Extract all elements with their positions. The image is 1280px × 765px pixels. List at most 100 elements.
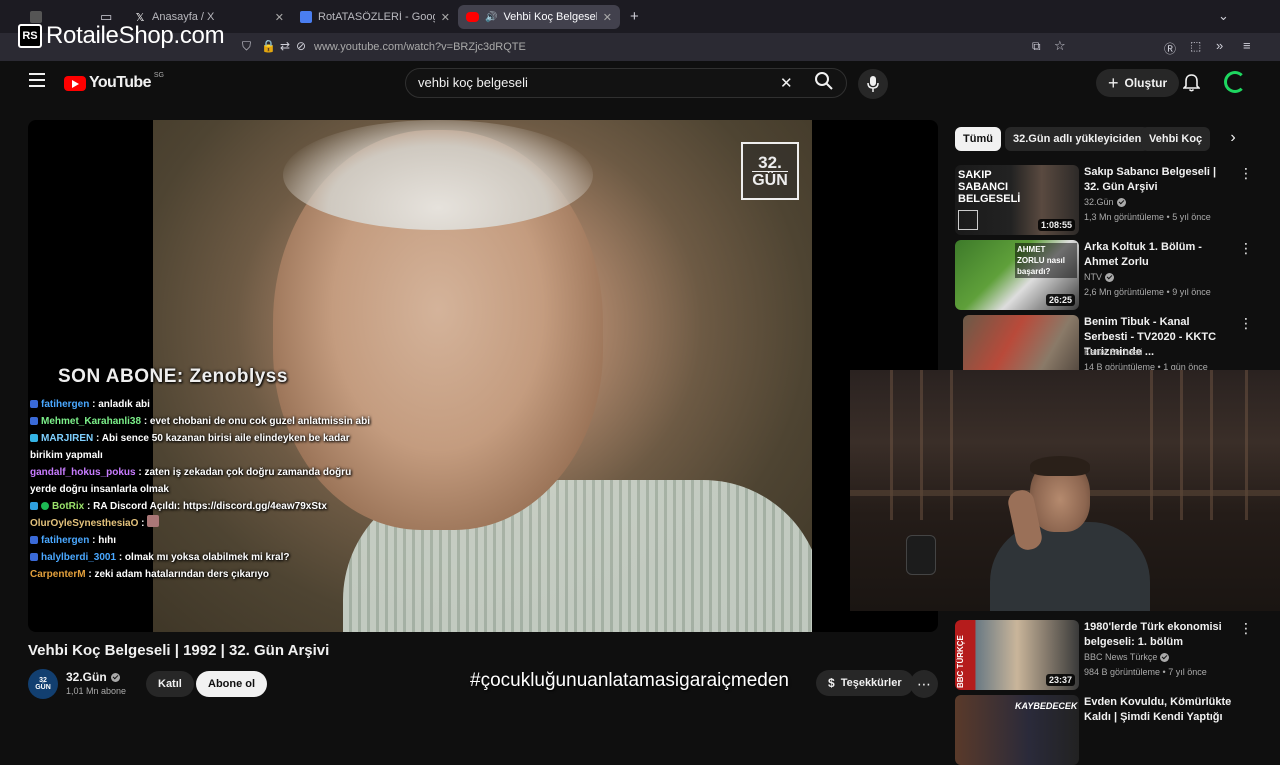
plus-icon: + xyxy=(1108,72,1119,93)
rotaileshop-watermark: RS RotaileShop.com xyxy=(18,22,225,50)
chat-message: Mehmet_Karahanli38 : evet chobani de onu… xyxy=(30,413,370,430)
video-thumbnail[interactable]: SAKIP SABANCI BELGESELİ 1:08:55 xyxy=(955,165,1079,235)
thanks-button[interactable]: $ Teşekkürler xyxy=(816,670,914,696)
close-tab-icon[interactable]: ✕ xyxy=(603,11,612,24)
verified-icon xyxy=(110,672,120,682)
video-title: Vehbi Koç Belgeseli | 1992 | 32. Gün Arş… xyxy=(28,642,330,659)
picture-in-picture-icon[interactable]: ⧉ xyxy=(1032,39,1041,54)
account-avatar[interactable] xyxy=(1224,71,1246,93)
recommended-video[interactable]: KAYBEDECEK Evden Kovuldu, Kömürlükte Kal… xyxy=(955,695,1255,765)
browser-tab-docs[interactable]: RotATASÖZLERİ - Google Dokü ✕ xyxy=(292,5,458,29)
bookmark-star-icon[interactable]: ☆ xyxy=(1054,38,1066,54)
verified-icon xyxy=(1105,272,1114,282)
voice-search-button[interactable] xyxy=(858,69,888,99)
subscriber-count: 1,01 Mn abone xyxy=(66,686,127,696)
browser-tab-youtube[interactable]: 🔊 Vehbi Koç Belgeseli | 1992 | ✕ xyxy=(458,5,620,29)
speaker-icon[interactable]: 🔊 xyxy=(485,12,497,23)
watermark-text: RotaileShop.com xyxy=(46,22,225,49)
last-subscriber-overlay: SON ABONE: Zenoblyss xyxy=(58,366,288,387)
recommended-video[interactable]: BBC TÜRKÇE 23:37 1980'lerde Türk ekonomi… xyxy=(955,620,1255,690)
chip-all[interactable]: Tümü xyxy=(955,127,1001,151)
recommended-video[interactable]: SAKIP SABANCI BELGESELİ 1:08:55 Sakıp Sa… xyxy=(955,165,1255,235)
verified-icon xyxy=(1116,197,1126,207)
chat-message: MARJIREN : Abi sence 50 kazanan birisi a… xyxy=(30,433,350,461)
tab-list-icon[interactable]: ⌄ xyxy=(1218,8,1229,24)
menu-icon[interactable]: ≡ xyxy=(1243,38,1251,53)
video-duration: 23:37 xyxy=(1045,674,1075,686)
chip-vehbi-koc[interactable]: Vehbi Koç xyxy=(1141,127,1211,151)
close-tab-icon[interactable]: ✕ xyxy=(275,11,284,24)
recommended-video[interactable]: AHMET ZORLU nasıl başardı? 26:25 Arka Ko… xyxy=(955,240,1255,310)
user-badge-icon xyxy=(30,536,38,544)
video-title[interactable]: Evden Kovuldu, Kömürlükte Kaldı | Şimdi … xyxy=(1084,695,1234,725)
chevron-right-icon[interactable]: › xyxy=(1222,129,1244,151)
verified-badge-icon xyxy=(41,502,49,510)
create-button[interactable]: + Oluştur xyxy=(1096,69,1180,97)
channel-name[interactable]: 32.Gün xyxy=(1084,197,1126,207)
video-title[interactable]: Arka Koltuk 1. Bölüm - Ahmet Zorlu xyxy=(1084,240,1234,270)
user-badge-icon xyxy=(30,434,38,442)
clear-search-icon[interactable]: ✕ xyxy=(780,74,793,92)
address-bar[interactable]: ⛉ 🔒 ⇄ ⊘ www.youtube.com/watch?v=BRZjc3dR… xyxy=(236,36,1076,58)
youtube-logo[interactable]: YouTube SG xyxy=(64,72,164,92)
video-hair-shape xyxy=(283,120,593,230)
youtube-play-icon xyxy=(64,75,86,91)
video-thumbnail[interactable]: AHMET ZORLU nasıl başardı? 26:25 xyxy=(955,240,1079,310)
streamer-figure xyxy=(990,456,1150,611)
extensions-icon[interactable]: ⬚ xyxy=(1190,39,1201,53)
hamburger-menu-icon[interactable] xyxy=(29,73,45,87)
super-thanks-icon: $ xyxy=(828,676,835,690)
video-title[interactable]: 1980'lerde Türk ekonomisi belgeseli: 1. … xyxy=(1084,620,1234,650)
verified-icon xyxy=(1160,652,1170,662)
youtube-icon xyxy=(466,12,479,22)
search-icon[interactable] xyxy=(814,71,834,91)
more-actions-icon[interactable]: ⋯ xyxy=(910,670,938,698)
youtube-header: YouTube SG ✕ + Oluştur xyxy=(0,61,1280,107)
mug-shape xyxy=(906,535,936,575)
video-meta: 984 B görüntüleme • 7 yıl önce xyxy=(1084,667,1207,677)
chat-message: OlurOyleSynesthesiaO : xyxy=(30,515,370,532)
video-player[interactable]: 32. GÜN SON ABONE: Zenoblyss fatihergen … xyxy=(28,120,938,632)
channel-name[interactable]: NTV xyxy=(1084,272,1114,282)
lock-icon[interactable]: 🔒 xyxy=(261,39,276,53)
user-badge-icon xyxy=(30,553,38,561)
watermark-badge: RS xyxy=(18,24,42,48)
emote-icon xyxy=(147,515,160,527)
extension-r-icon[interactable]: Ⓡ xyxy=(1164,40,1176,57)
chat-message: CarpenterM : zeki adam hatalarından ders… xyxy=(30,569,269,580)
channel-avatar[interactable]: 32 GÜN xyxy=(28,669,58,699)
channel-name[interactable]: 32.Gün xyxy=(66,670,120,684)
channel-logo-icon xyxy=(958,210,978,230)
webcam-overlay xyxy=(850,370,1280,611)
channel-name[interactable]: BBC News Türkçe xyxy=(1084,652,1170,662)
video-meta: 2,6 Mn görüntüleme • 9 yıl önce xyxy=(1084,287,1211,297)
video-title[interactable]: Sakıp Sabancı Belgeseli | 32. Gün Arşivi xyxy=(1084,165,1234,195)
more-options-icon[interactable]: ⋮ xyxy=(1239,315,1253,332)
join-button[interactable]: Katıl xyxy=(146,671,194,697)
google-docs-icon xyxy=(300,11,312,23)
chat-message: gandalf_hokus_pokus : zaten iş zekadan ç… xyxy=(30,467,352,495)
user-badge-icon xyxy=(30,417,38,425)
shield-icon[interactable]: ⛉ xyxy=(242,39,251,54)
user-badge-icon xyxy=(30,400,38,408)
overflow-chevron-icon[interactable]: » xyxy=(1216,38,1223,53)
channel-name[interactable]: Kanal Serbesti xyxy=(1084,347,1143,357)
video-thumbnail[interactable]: KAYBEDECEK xyxy=(955,695,1079,765)
close-tab-icon[interactable]: ✕ xyxy=(441,11,450,24)
blocked-icon[interactable]: ⊘ xyxy=(296,39,306,53)
new-tab-icon[interactable]: + xyxy=(630,8,639,25)
notifications-bell-icon[interactable] xyxy=(1182,74,1201,97)
stream-chat-overlay: fatihergen : anladık abi Mehmet_Karahanl… xyxy=(30,396,370,583)
url-text: www.youtube.com/watch?v=BRZjc3dRQTE xyxy=(314,41,526,53)
more-options-icon[interactable]: ⋮ xyxy=(1239,620,1253,637)
chat-message: fatihergen : anladık abi xyxy=(30,396,370,413)
search-input[interactable] xyxy=(418,75,758,90)
video-thumbnail[interactable]: BBC TÜRKÇE 23:37 xyxy=(955,620,1079,690)
more-options-icon[interactable]: ⋮ xyxy=(1239,240,1253,257)
permissions-icon[interactable]: ⇄ xyxy=(280,39,290,53)
channel-watermark-badge: 32. GÜN xyxy=(741,142,799,200)
chip-from-uploader[interactable]: 32.Gün adlı yükleyiciden xyxy=(1005,127,1150,151)
more-options-icon[interactable]: ⋮ xyxy=(1239,165,1253,182)
subscribe-button[interactable]: Abone ol xyxy=(196,671,268,697)
chat-message: halylberdi_3001 : olmak mı yoksa olabilm… xyxy=(30,549,370,566)
